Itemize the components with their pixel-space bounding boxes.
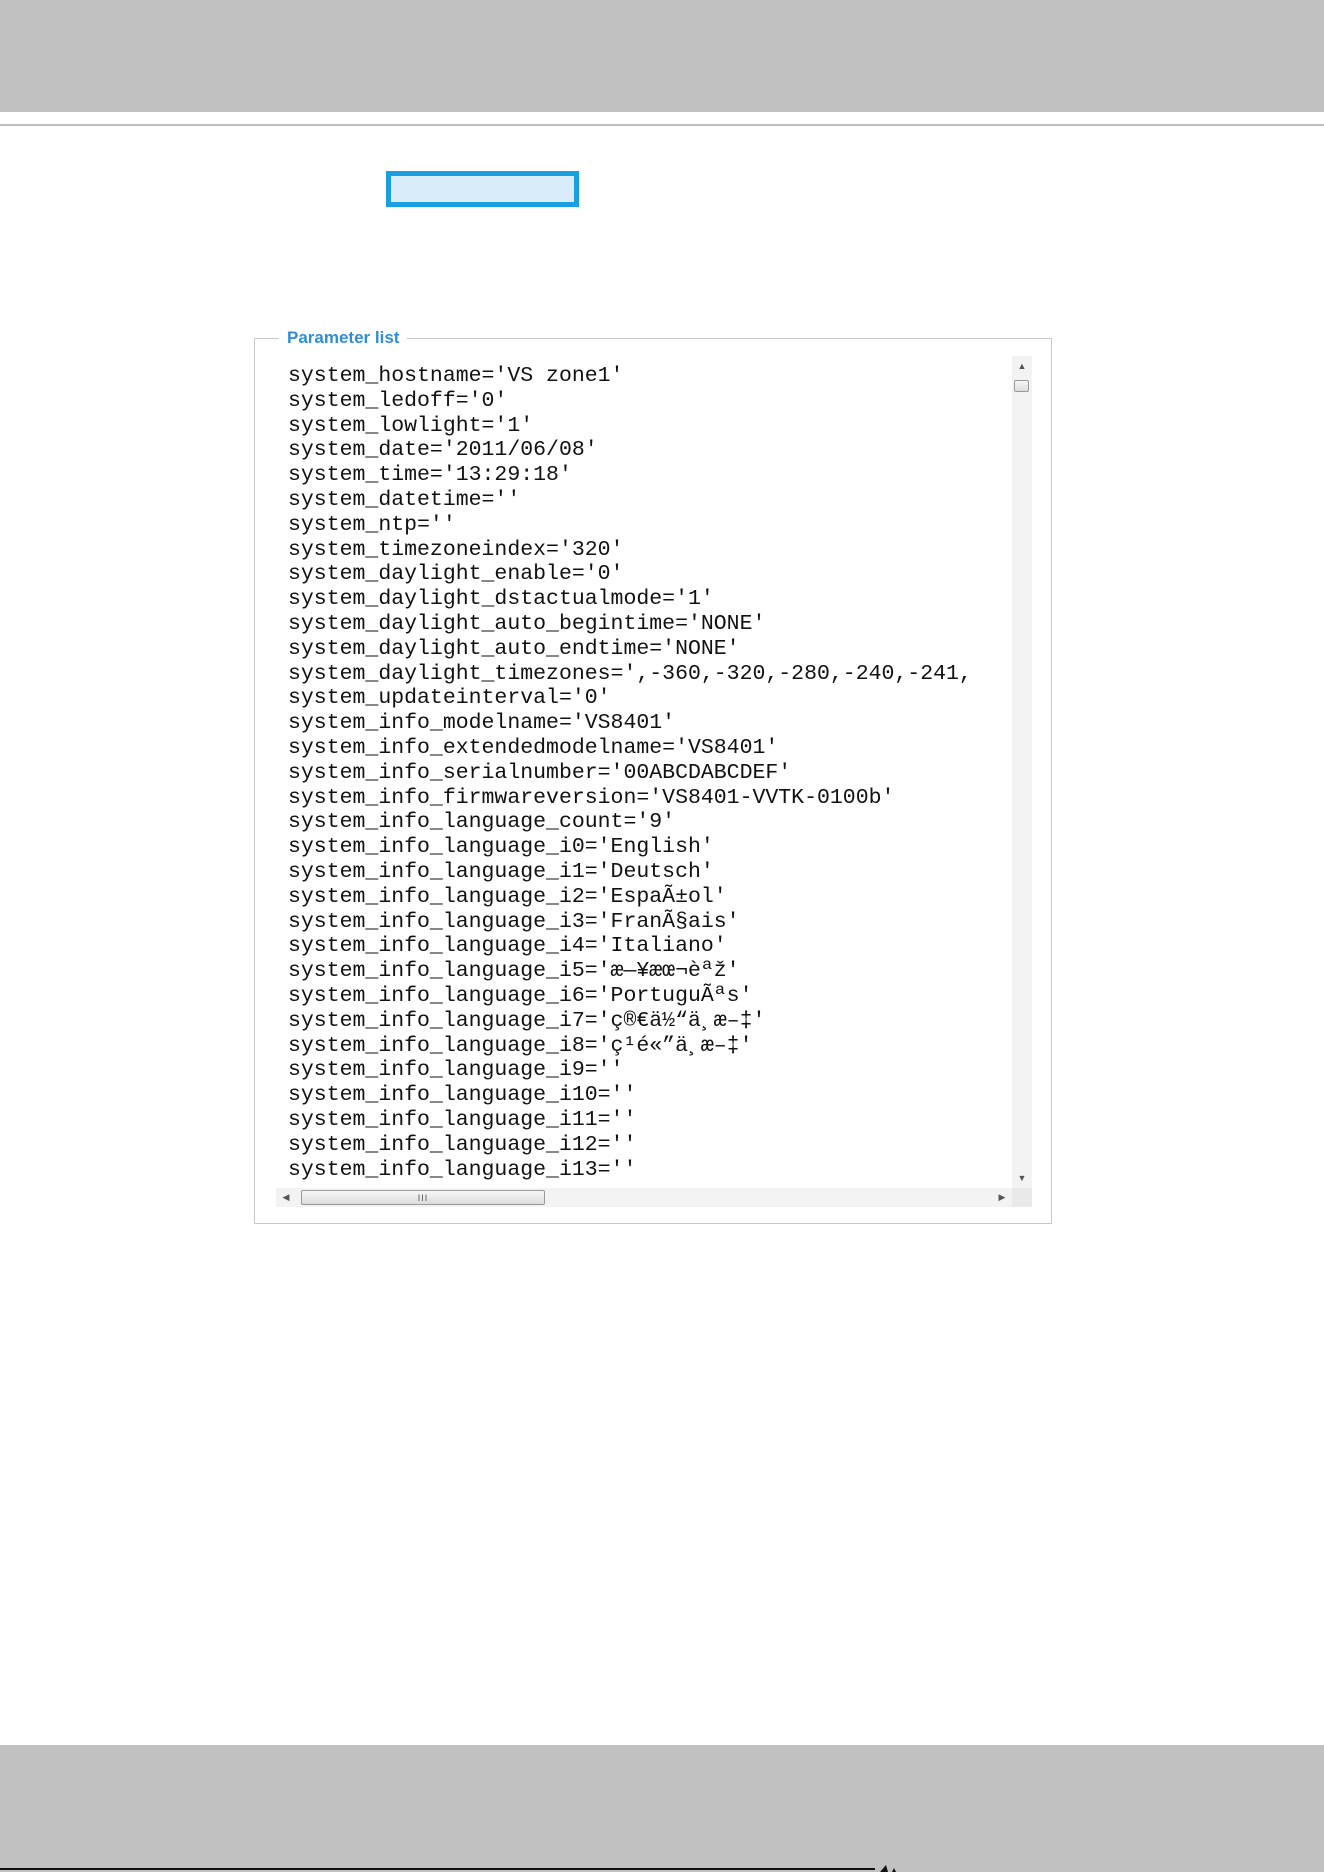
parameter-lines: system_hostname='VS zone1' system_ledoff=… — [288, 364, 1014, 1180]
parameter-line: system_info_language_i7='ç®€ä½“ä¸­æ–‡' — [288, 1008, 766, 1033]
parameter-list-legend: Parameter list — [279, 328, 408, 348]
scroll-up-arrow-icon[interactable]: ▲ — [1012, 356, 1032, 376]
parameter-line: system_info_language_i1='Deutsch' — [288, 859, 714, 884]
horizontal-scroll-thumb[interactable]: III — [301, 1190, 545, 1205]
parameter-line: system_info_language_i10='' — [288, 1083, 637, 1108]
parameter-line: system_info_language_i3='FranÃ§ais' — [288, 909, 740, 934]
parameter-line: system_info_language_i11='' — [288, 1107, 637, 1132]
scroll-right-arrow-icon[interactable]: ▶ — [992, 1188, 1012, 1207]
scroll-grip-icon: III — [417, 1192, 429, 1203]
parameter-line: system_ledoff='0' — [288, 388, 508, 413]
horizontal-scrollbar[interactable]: ◀ III ▶ — [276, 1188, 1012, 1207]
parameter-list-panel: Parameter list system_hostname='VS zone1… — [254, 328, 1052, 1224]
parameter-line: system_date='2011/06/08' — [288, 438, 598, 463]
parameter-line: system_daylight_auto_endtime='NONE' — [288, 636, 740, 661]
parameter-line: system_info_language_i0='English' — [288, 835, 714, 860]
scroll-down-arrow-icon[interactable]: ▼ — [1012, 1168, 1032, 1188]
parameter-line: system_datetime='' — [288, 487, 521, 512]
parameter-line: system_info_language_i4='Italiano' — [288, 934, 727, 959]
scroll-left-arrow-icon[interactable]: ◀ — [276, 1188, 296, 1207]
parameter-line: system_daylight_timezones=',-360,-320,-2… — [288, 661, 972, 686]
parameter-line: system_lowlight='1' — [288, 413, 534, 438]
parameter-line: system_updateinterval='0' — [288, 686, 611, 711]
parameter-line: system_info_firmwareversion='VS8401-VVTK… — [288, 785, 895, 810]
parameter-line: system_info_language_count='9' — [288, 810, 676, 835]
parameter-line: system_info_modelname='VS8401' — [288, 711, 676, 736]
parameter-line: system_info_language_i2='EspaÃ±ol' — [288, 884, 727, 909]
parameter-line: system_ntp='' — [288, 512, 456, 537]
parameter-line: system_hostname='VS zone1' — [288, 364, 624, 388]
parameter-line: system_daylight_auto_begintime='NONE' — [288, 611, 766, 636]
highlighted-field-box[interactable] — [386, 171, 579, 207]
parameter-line: system_info_extendedmodelname='VS8401' — [288, 735, 779, 760]
parameter-line: system_time='13:29:18' — [288, 463, 572, 488]
parameter-line: system_daylight_dstactualmode='1' — [288, 587, 714, 612]
parameter-line: system_info_language_i12='' — [288, 1132, 637, 1157]
parameter-line: system_info_language_i9='' — [288, 1058, 624, 1083]
parameter-line: system_timezoneindex='320' — [288, 537, 624, 562]
vertical-scrollbar[interactable]: ▲ ▼ — [1012, 356, 1032, 1188]
parameter-line: system_daylight_enable='0' — [288, 562, 624, 587]
scrollbar-corner — [1012, 1188, 1032, 1207]
footer-rule — [0, 1868, 875, 1870]
parameter-line: system_info_serialnumber='00ABCDABCDEF' — [288, 760, 792, 785]
page-footer-band — [0, 1745, 1324, 1872]
parameter-line: system_info_language_i13='' — [288, 1157, 637, 1181]
header-divider — [0, 124, 1324, 126]
parameter-line: system_info_language_i5='æ—¥æœ¬èªž' — [288, 959, 740, 984]
vertical-scroll-thumb[interactable] — [1014, 380, 1029, 392]
parameter-list-textarea[interactable]: system_hostname='VS zone1' system_ledoff=… — [276, 356, 1032, 1207]
footer-mark — [880, 1865, 896, 1872]
page-header-band — [0, 0, 1324, 112]
parameter-line: system_info_language_i6='PortuguÃªs' — [288, 983, 753, 1008]
parameter-line: system_info_language_i8='ç¹é«”ä¸­æ–‡' — [288, 1033, 753, 1058]
